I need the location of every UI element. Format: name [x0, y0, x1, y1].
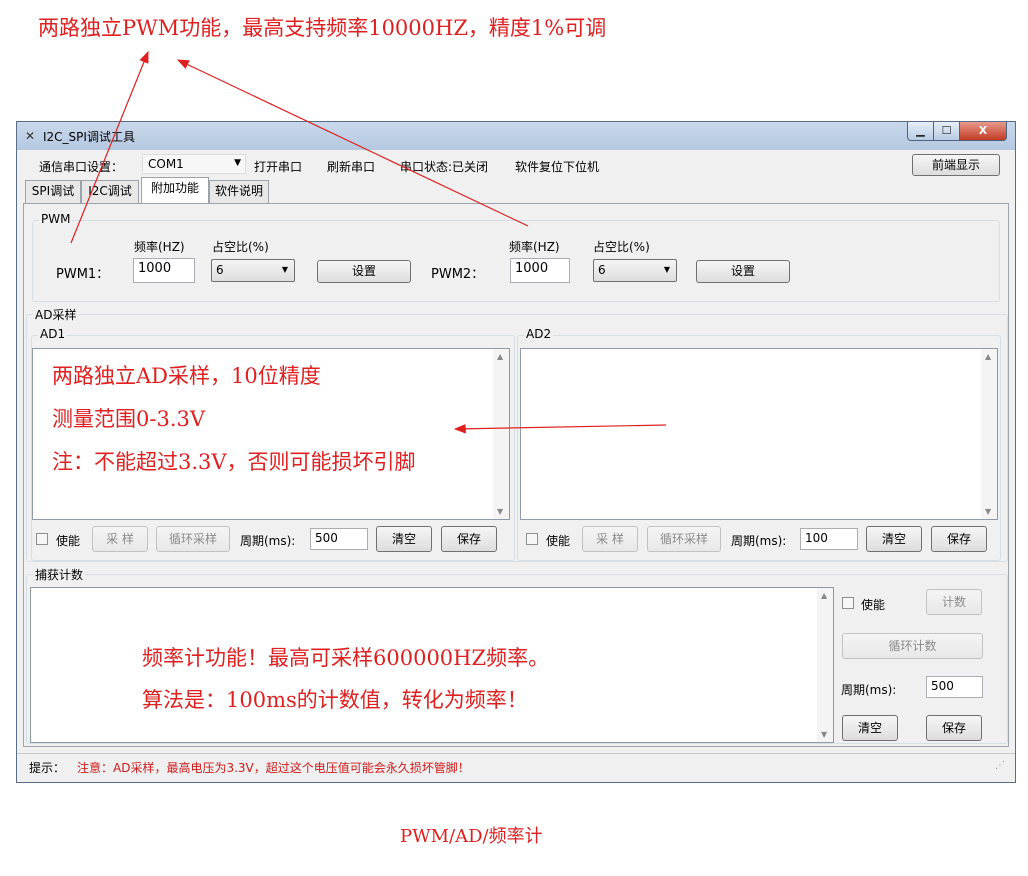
annotation-arrows — [70, 50, 667, 434]
pwm2-arrow — [176, 59, 529, 227]
bottom-caption: PWM/AD/频率计 — [400, 826, 543, 847]
pwm1-arrow — [70, 50, 149, 244]
ad-arrow — [453, 423, 667, 434]
